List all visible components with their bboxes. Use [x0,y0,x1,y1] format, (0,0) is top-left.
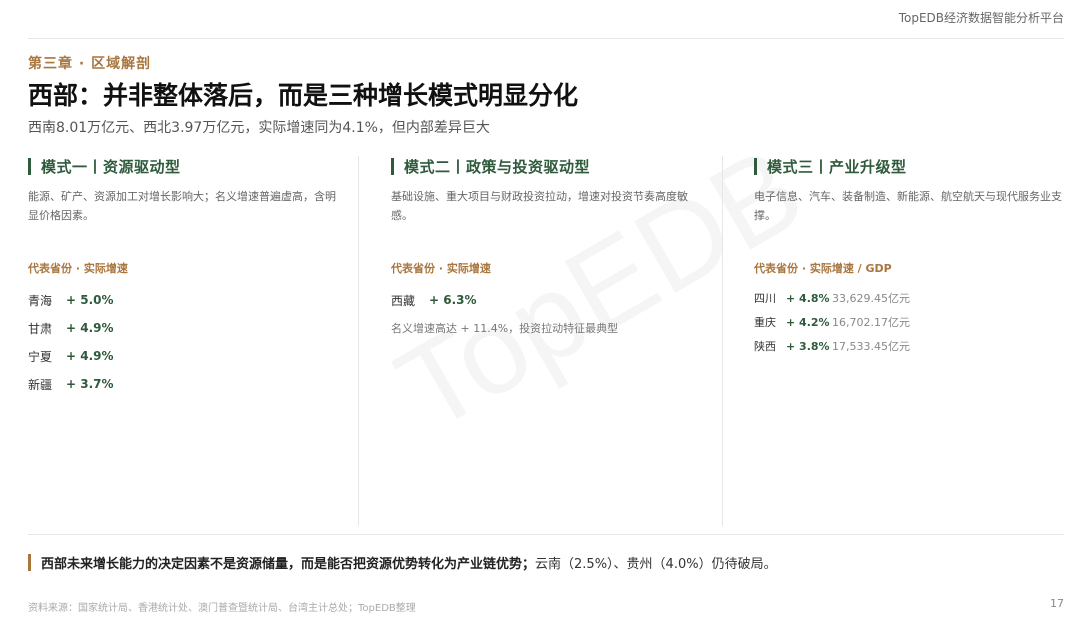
column-note: 名义增速高达 + 11.4%，投资拉动特征最典型 [391,322,619,335]
gdp-value: 17,533.45亿元 [832,340,910,353]
growth-value: + 4.9% [66,321,114,335]
top-divider [28,38,1064,39]
heading-accent-bar [28,157,31,175]
mode-one-column: 模式一丨资源驱动型 能源、矿产、资源加工对增长影响大；名义增速普遍虚高，含明显价… [28,150,358,528]
column-description: 电子信息、汽车、装备制造、新能源、航空航天与现代服务业支撑。 [754,190,1062,222]
column-divider [722,156,723,526]
province-name: 新疆 [28,377,53,392]
province-list: 西藏 + 6.3% [391,286,477,314]
conclusion: 西部未来增长能力的决定因素不是资源储量，而是能否把资源优势转化为产业链优势； 云… [28,553,777,572]
column-divider [358,156,359,526]
list-item: 西藏 + 6.3% [391,286,477,314]
heading-accent-bar [754,157,757,175]
bottom-divider [28,534,1064,535]
column-heading: 模式二丨政策与投资驱动型 [391,156,590,176]
conclusion-accent-bar [28,553,31,571]
chapter-label: 第三章 · 区域解剖 [28,56,152,72]
column-description: 基础设施、重大项目与财政投资拉动，增速对投资节奏高度敏感。 [391,190,688,222]
source-note: 资料来源：国家统计局、香港统计处、澳门普查暨统计局、台湾主计总处；TopEDB整… [28,603,416,614]
mode-two-column: 模式二丨政策与投资驱动型 基础设施、重大项目与财政投资拉动，增速对投资节奏高度敏… [391,150,721,528]
conclusion-key-text: 西部未来增长能力的决定因素不是资源储量，而是能否把资源优势转化为产业链优势； [41,556,536,572]
growth-value: + 6.3% [429,293,477,307]
page-number: 17 [1050,597,1064,610]
brand-label: TopEDB经济数据智能分析平台 [898,11,1064,25]
list-item: 青海 + 5.0% [28,286,114,314]
section-label: 代表省份 · 实际增速 [28,262,128,275]
province-list: 青海 + 5.0% 甘肃 + 4.9% 宁夏 + 4.9% 新疆 + 3.7% [28,286,114,398]
list-item: 宁夏 + 4.9% [28,342,114,370]
growth-value: + 4.2% [786,315,830,329]
conclusion-rest-text: 云南（2.5%）、贵州（4.0%）仍待破局。 [535,556,777,572]
list-item: 重庆 + 4.2% 16,702.17亿元 [754,310,910,334]
gdp-value: 33,629.45亿元 [832,292,910,305]
growth-value: + 5.0% [66,293,114,307]
gdp-value: 16,702.17亿元 [832,316,910,329]
province-name: 四川 [754,292,776,305]
growth-value: + 3.8% [786,339,830,353]
section-label: 代表省份 · 实际增速 [391,262,491,275]
growth-value: + 4.8% [786,291,830,305]
province-name: 宁夏 [28,349,53,364]
list-item: 陕西 + 3.8% 17,533.45亿元 [754,334,910,358]
heading-accent-bar [391,157,394,175]
column-title: 模式一丨资源驱动型 [41,157,181,176]
section-label: 代表省份 · 实际增速 / GDP [754,262,892,275]
column-heading: 模式一丨资源驱动型 [28,156,181,176]
page-title: 西部：并非整体落后，而是三种增长模式明显分化 [28,81,579,110]
province-name: 西藏 [391,293,416,308]
list-item: 新疆 + 3.7% [28,370,114,398]
mode-three-column: 模式三丨产业升级型 电子信息、汽车、装备制造、新能源、航空航天与现代服务业支撑。… [754,150,1080,528]
province-list: 四川 + 4.8% 33,629.45亿元 重庆 + 4.2% 16,702.1… [754,286,910,358]
column-title: 模式二丨政策与投资驱动型 [404,157,591,176]
column-heading: 模式三丨产业升级型 [754,156,907,176]
province-name: 陕西 [754,340,776,353]
list-item: 四川 + 4.8% 33,629.45亿元 [754,286,910,310]
list-item: 甘肃 + 4.9% [28,314,114,342]
province-name: 青海 [28,293,53,308]
page-subtitle: 西南8.01万亿元、西北3.97万亿元，实际增速同为4.1%，但内部差异巨大 [28,120,490,136]
growth-value: + 4.9% [66,349,114,363]
column-title: 模式三丨产业升级型 [767,157,907,176]
province-name: 甘肃 [28,321,53,336]
column-description: 能源、矿产、资源加工对增长影响大；名义增速普遍虚高，含明显价格因素。 [28,190,336,222]
province-name: 重庆 [754,316,776,329]
growth-value: + 3.7% [66,377,114,391]
